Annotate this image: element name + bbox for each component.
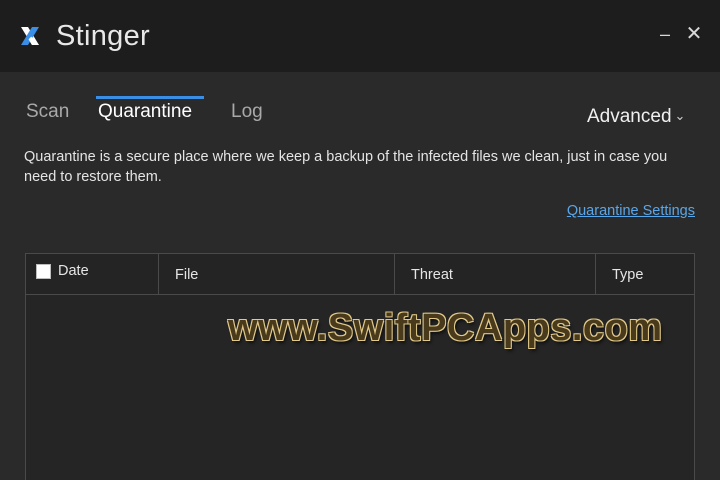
watermark-text: www.SwiftPCApps.com <box>228 307 663 349</box>
select-all-checkbox[interactable] <box>36 264 51 279</box>
advanced-label: Advanced <box>587 106 672 127</box>
column-header-threat[interactable]: Threat <box>395 254 596 294</box>
column-header-date[interactable]: Date <box>26 254 159 294</box>
title-bar[interactable]: Stinger – ✕ <box>0 0 720 72</box>
column-label-threat: Threat <box>411 267 453 283</box>
stinger-window: Stinger – ✕ Scan Quarantine Log Advanced… <box>0 0 720 480</box>
quarantine-description: Quarantine is a secure place where we ke… <box>24 149 668 185</box>
tab-quarantine[interactable]: Quarantine <box>98 100 192 124</box>
table-header: Date File Threat Type <box>26 254 694 295</box>
advanced-dropdown[interactable]: Advanced ⌄ <box>587 104 685 129</box>
quarantine-table: Date File Threat Type <box>25 253 695 480</box>
chevron-down-icon: ⌄ <box>674 108 686 123</box>
minimize-button[interactable]: – <box>652 20 678 48</box>
app-title: Stinger <box>56 20 150 52</box>
tab-log[interactable]: Log <box>231 100 263 124</box>
quarantine-settings-link[interactable]: Quarantine Settings <box>567 203 695 219</box>
column-label-type: Type <box>612 267 644 283</box>
column-header-type[interactable]: Type <box>596 254 694 294</box>
tab-scan[interactable]: Scan <box>26 100 69 124</box>
column-label-file: File <box>175 267 199 283</box>
column-label-date: Date <box>58 263 89 279</box>
active-tab-indicator <box>96 96 204 99</box>
close-button[interactable]: ✕ <box>681 20 707 48</box>
mcafee-x-logo-icon <box>21 27 39 45</box>
column-header-file[interactable]: File <box>159 254 395 294</box>
